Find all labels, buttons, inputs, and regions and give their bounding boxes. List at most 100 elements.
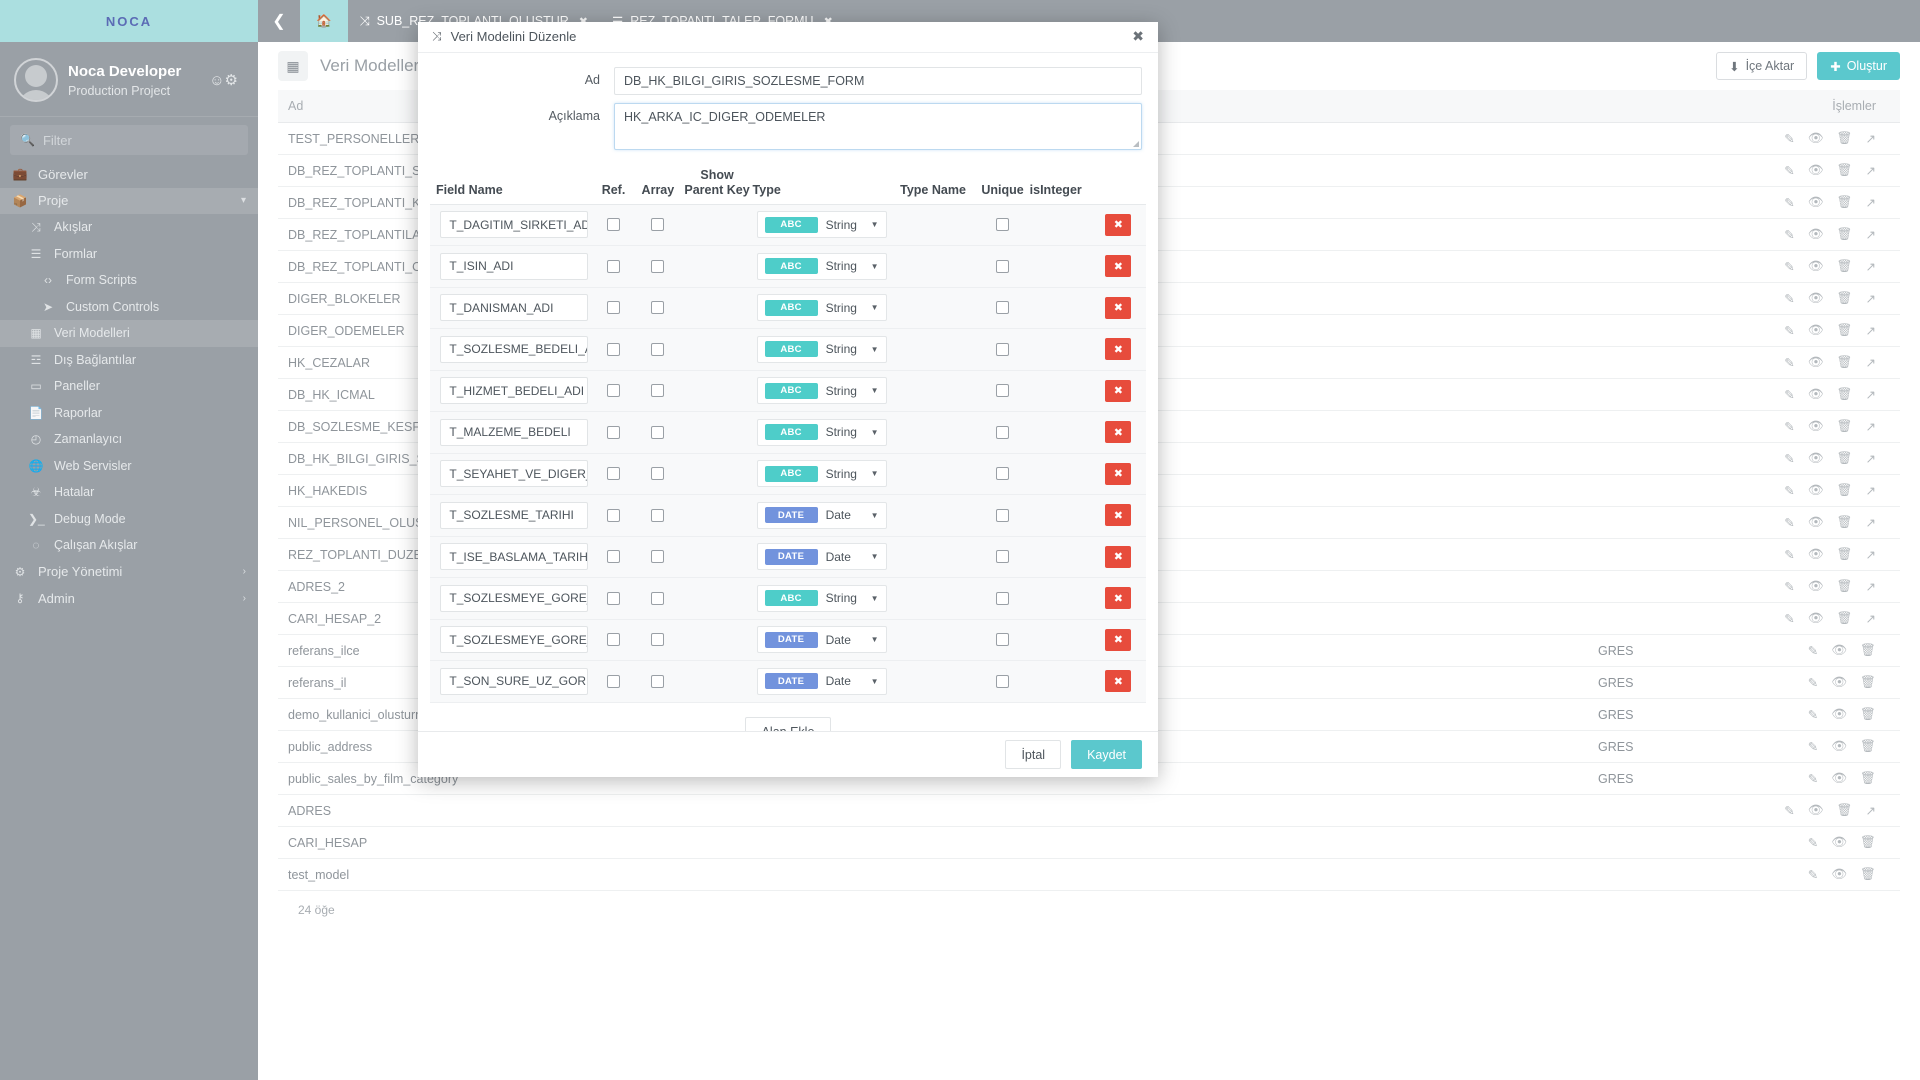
delete-field-button[interactable]: ✖: [1105, 545, 1132, 568]
external-link-icon[interactable]: ↗: [1866, 483, 1876, 498]
external-link-icon[interactable]: ↗: [1866, 579, 1876, 594]
eye-icon[interactable]: 👁: [1831, 867, 1847, 882]
array-checkbox[interactable]: [651, 218, 665, 232]
array-checkbox[interactable]: [651, 301, 665, 315]
delete-field-button[interactable]: ✖: [1105, 296, 1132, 319]
sidebar-item-ak-lar[interactable]: ⤨ Akışlar: [0, 214, 258, 241]
field-name-input[interactable]: T_HIZMET_BEDELI_ADI: [440, 377, 589, 405]
ref-checkbox[interactable]: [607, 342, 620, 356]
field-name-input[interactable]: T_DANISMAN_ADI: [440, 294, 589, 322]
unique-checkbox[interactable]: [996, 301, 1010, 315]
sidebar-filter-input[interactable]: 🔍 Filter: [10, 125, 248, 155]
field-name-input[interactable]: T_MALZEME_BEDELI: [440, 418, 589, 446]
ref-checkbox[interactable]: [607, 508, 620, 522]
external-link-icon[interactable]: ↗: [1866, 611, 1876, 626]
trash-icon[interactable]: 🗑: [1837, 387, 1853, 402]
type-select[interactable]: ABC String ▼: [756, 377, 887, 405]
delete-field-button[interactable]: ✖: [1105, 421, 1132, 444]
eye-icon[interactable]: 👁: [1831, 771, 1847, 786]
trash-icon[interactable]: 🗑: [1837, 291, 1853, 306]
ref-checkbox[interactable]: [607, 674, 620, 688]
sidebar-item-d-ba-lant-lar[interactable]: ☲ Dış Bağlantılar: [0, 347, 258, 374]
edit-icon[interactable]: ✎: [1784, 547, 1794, 562]
external-link-icon[interactable]: ↗: [1866, 259, 1876, 274]
type-select[interactable]: ABC String ▼: [756, 252, 887, 280]
trash-icon[interactable]: 🗑: [1860, 771, 1876, 786]
eye-icon[interactable]: 👁: [1808, 163, 1824, 178]
eye-icon[interactable]: 👁: [1808, 515, 1824, 530]
trash-icon[interactable]: 🗑: [1860, 867, 1876, 882]
external-link-icon[interactable]: ↗: [1866, 131, 1876, 146]
delete-field-button[interactable]: ✖: [1105, 504, 1132, 527]
unique-checkbox[interactable]: [996, 591, 1010, 605]
field-name-input[interactable]: T_ISIN_ADI: [440, 252, 589, 280]
edit-icon[interactable]: ✎: [1784, 451, 1794, 466]
trash-icon[interactable]: 🗑: [1837, 451, 1853, 466]
edit-icon[interactable]: ✎: [1784, 195, 1794, 210]
field-name-input[interactable]: T_DAGITIM_SIRKETI_ADI: [440, 211, 589, 239]
trash-icon[interactable]: 🗑: [1860, 835, 1876, 850]
edit-icon[interactable]: ✎: [1784, 323, 1794, 338]
trash-icon[interactable]: 🗑: [1837, 579, 1853, 594]
eye-icon[interactable]: 👁: [1808, 227, 1824, 242]
edit-icon[interactable]: ✎: [1784, 227, 1794, 242]
external-link-icon[interactable]: ↗: [1866, 515, 1876, 530]
eye-icon[interactable]: 👁: [1831, 707, 1847, 722]
delete-field-button[interactable]: ✖: [1105, 670, 1132, 693]
unique-checkbox[interactable]: [996, 550, 1010, 564]
ref-checkbox[interactable]: [607, 425, 620, 439]
edit-icon[interactable]: ✎: [1784, 291, 1794, 306]
sidebar-item-g-revler[interactable]: 💼 Görevler: [0, 161, 258, 188]
cancel-button[interactable]: İptal: [1005, 740, 1062, 770]
external-link-icon[interactable]: ↗: [1866, 163, 1876, 178]
array-checkbox[interactable]: [651, 342, 665, 356]
model-description-textarea[interactable]: HK_ARKA_IC_DIGER_ODEMELER: [614, 102, 1142, 150]
trash-icon[interactable]: 🗑: [1837, 419, 1853, 434]
edit-icon[interactable]: ✎: [1784, 259, 1794, 274]
field-name-input[interactable]: T_ISE_BASLAMA_TARIHI: [440, 543, 589, 571]
eye-icon[interactable]: 👁: [1808, 483, 1824, 498]
ref-checkbox[interactable]: [607, 301, 620, 315]
edit-icon[interactable]: ✎: [1784, 611, 1794, 626]
external-link-icon[interactable]: ↗: [1866, 451, 1876, 466]
eye-icon[interactable]: 👁: [1831, 739, 1847, 754]
trash-icon[interactable]: 🗑: [1860, 643, 1876, 658]
edit-icon[interactable]: ✎: [1808, 675, 1818, 690]
external-link-icon[interactable]: ↗: [1866, 419, 1876, 434]
delete-field-button[interactable]: ✖: [1105, 462, 1132, 485]
ref-checkbox[interactable]: [607, 633, 620, 647]
ref-checkbox[interactable]: [607, 591, 620, 605]
array-checkbox[interactable]: [651, 425, 665, 439]
array-checkbox[interactable]: [651, 467, 665, 481]
eye-icon[interactable]: 👁: [1808, 387, 1824, 402]
edit-icon[interactable]: ✎: [1784, 387, 1794, 402]
table-row[interactable]: CARI_HESAP ✎ 👁 🗑: [278, 826, 1900, 859]
field-name-input[interactable]: T_SOZLESMEYE_GORE_ISIN_BITIS: [440, 626, 589, 654]
trash-icon[interactable]: 🗑: [1837, 803, 1853, 818]
external-link-icon[interactable]: ↗: [1866, 547, 1876, 562]
delete-field-button[interactable]: ✖: [1105, 338, 1132, 361]
array-checkbox[interactable]: [651, 674, 665, 688]
array-checkbox[interactable]: [651, 550, 665, 564]
eye-icon[interactable]: 👁: [1808, 355, 1824, 370]
type-select[interactable]: ABC String ▼: [756, 335, 887, 363]
ref-checkbox[interactable]: [607, 218, 620, 232]
edit-icon[interactable]: ✎: [1808, 643, 1818, 658]
edit-icon[interactable]: ✎: [1784, 803, 1794, 818]
trash-icon[interactable]: 🗑: [1837, 515, 1853, 530]
field-name-input[interactable]: T_SEYAHET_VE_DIGER_ODEME: [440, 460, 589, 488]
field-name-input[interactable]: T_SOZLESMEYE_GORE_ISIN_SURESI: [440, 584, 589, 612]
sidebar-item-formlar[interactable]: ☰ Formlar: [0, 241, 258, 268]
sidebar-item-form-scripts[interactable]: ‹› Form Scripts: [0, 267, 258, 294]
trash-icon[interactable]: 🗑: [1837, 259, 1853, 274]
external-link-icon[interactable]: ↗: [1866, 323, 1876, 338]
table-row[interactable]: test_model ✎ 👁 🗑: [278, 858, 1900, 891]
trash-icon[interactable]: 🗑: [1837, 163, 1853, 178]
eye-icon[interactable]: 👁: [1831, 643, 1847, 658]
profile-block[interactable]: Noca Developer Production Project ☺⚙: [0, 42, 258, 117]
delete-field-button[interactable]: ✖: [1105, 213, 1132, 236]
field-name-input[interactable]: T_SOZLESME_BEDELI_ADI: [440, 335, 589, 363]
eye-icon[interactable]: 👁: [1808, 611, 1824, 626]
model-name-input[interactable]: DB_HK_BILGI_GIRIS_SOZLESME_FORM: [614, 66, 1142, 95]
edit-icon[interactable]: ✎: [1808, 867, 1818, 882]
